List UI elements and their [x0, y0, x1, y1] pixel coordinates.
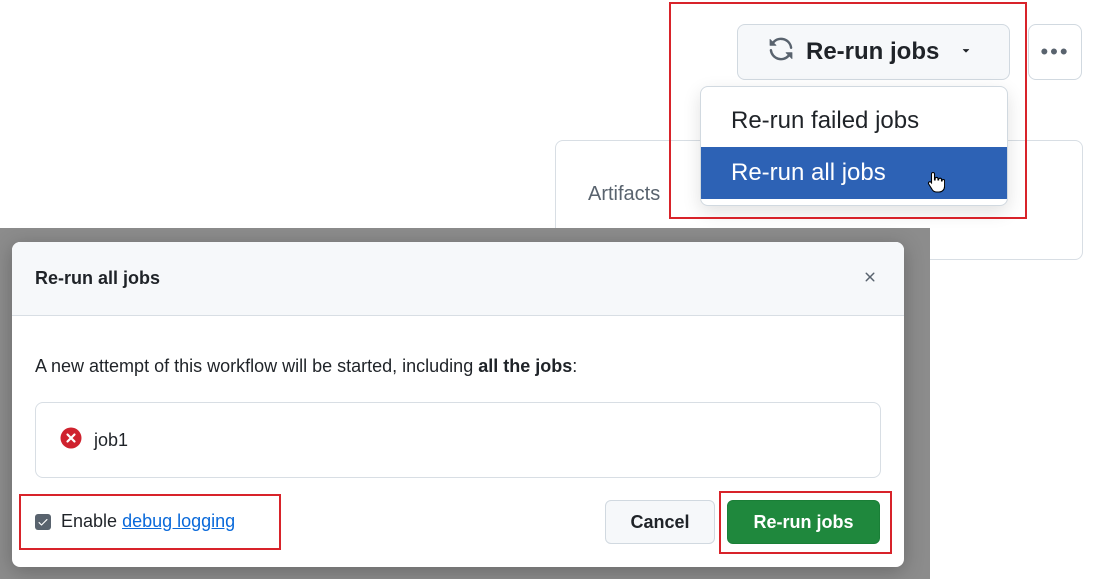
annotation-highlight-rerun-menu [669, 2, 1027, 219]
description-prefix: A new attempt of this workflow will be s… [35, 356, 479, 376]
dialog-header: Re-run all jobs [12, 242, 904, 316]
job-name: job1 [94, 429, 129, 450]
cancel-button[interactable]: Cancel [605, 500, 715, 544]
description-bold: all the jobs [478, 356, 573, 376]
dialog-description: A new attempt of this workflow will be s… [35, 356, 577, 377]
description-suffix: : [572, 356, 578, 376]
x-circle-fill-icon [60, 427, 82, 454]
x-icon [862, 265, 878, 291]
kebab-horizontal-icon: ••• [1040, 39, 1070, 64]
annotation-highlight-debug-logging [19, 494, 281, 550]
artifacts-label: Artifacts [588, 183, 661, 205]
jobs-list: job1 [35, 402, 881, 478]
dialog-title: Re-run all jobs [35, 268, 161, 288]
more-options-button[interactable]: ••• [1028, 24, 1082, 80]
close-dialog-button[interactable] [858, 266, 882, 290]
annotation-highlight-submit [719, 491, 892, 554]
